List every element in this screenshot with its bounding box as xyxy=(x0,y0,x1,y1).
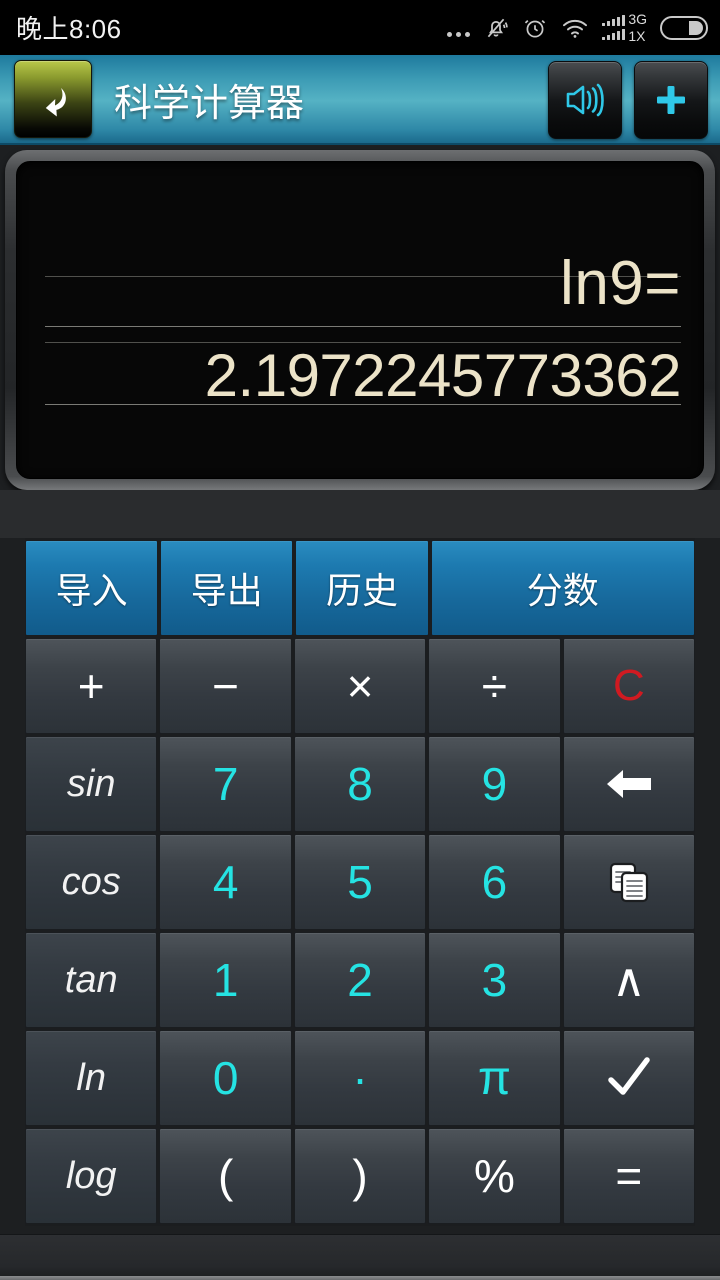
clear-button[interactable]: C xyxy=(562,638,696,734)
left-paren-button[interactable]: ( xyxy=(159,1128,292,1224)
tan-button[interactable]: tan xyxy=(25,932,158,1028)
display-keypad-gap xyxy=(0,490,720,538)
power-button[interactable]: ∧ xyxy=(562,932,696,1028)
keypad-row-parens: log ( ) % = xyxy=(25,1128,696,1224)
divide-button[interactable]: ÷ xyxy=(428,638,561,734)
fraction-button[interactable]: 分数 xyxy=(430,540,696,636)
decimal-point-button[interactable]: · xyxy=(293,1030,427,1126)
keypad-row-0-pi: ln 0 · π xyxy=(25,1030,696,1126)
back-arrow-icon xyxy=(31,77,75,121)
digit-6-button[interactable]: 6 xyxy=(428,834,561,930)
cos-button[interactable]: cos xyxy=(25,834,158,930)
digit-1-button[interactable]: 1 xyxy=(159,932,292,1028)
status-bar: 晚上8:06 3G 1X xyxy=(0,0,720,55)
keypad-row-operators: + − × ÷ C xyxy=(25,638,696,734)
signal-bars-icon: 3G 1X xyxy=(602,12,647,43)
status-icons: 3G 1X xyxy=(447,0,708,55)
back-button[interactable] xyxy=(14,60,92,138)
history-button[interactable]: 历史 xyxy=(295,540,429,636)
digit-9-button[interactable]: 9 xyxy=(428,736,561,832)
calculator-display-bezel: ln9= 2.1972245773362 xyxy=(5,150,715,490)
sin-button[interactable]: sin xyxy=(25,736,158,832)
multiply-button[interactable]: × xyxy=(293,638,427,734)
subtract-button[interactable]: − xyxy=(159,638,292,734)
plus-icon xyxy=(652,81,690,119)
add-button[interactable]: + xyxy=(25,638,158,734)
sqrt-button[interactable] xyxy=(562,1030,696,1126)
ellipsis-icon xyxy=(447,15,471,41)
calculator-display[interactable]: ln9= 2.1972245773362 xyxy=(16,161,704,479)
network-type-primary: 3G xyxy=(628,11,647,27)
percent-button[interactable]: % xyxy=(428,1128,561,1224)
digit-7-button[interactable]: 7 xyxy=(159,736,292,832)
digit-3-button[interactable]: 3 xyxy=(428,932,561,1028)
digit-0-button[interactable]: 0 xyxy=(159,1030,292,1126)
mute-bell-icon xyxy=(483,15,509,41)
wifi-icon xyxy=(561,17,589,39)
keypad-row-789: sin 7 8 9 xyxy=(25,736,696,832)
network-type-secondary: 1X xyxy=(628,28,646,44)
display-result: 2.1972245773362 xyxy=(204,341,682,409)
keypad: 导入 导出 历史 分数 + − × ÷ C sin 7 8 9 cos 4 5 … xyxy=(25,538,696,1226)
alarm-clock-icon xyxy=(522,15,548,41)
digit-5-button[interactable]: 5 xyxy=(293,834,427,930)
ln-button[interactable]: ln xyxy=(25,1030,158,1126)
battery-icon xyxy=(660,15,708,40)
keypad-function-row: 导入 导出 历史 分数 xyxy=(25,540,696,636)
keypad-row-456: cos 4 5 6 xyxy=(25,834,696,930)
export-button[interactable]: 导出 xyxy=(160,540,294,636)
title-actions xyxy=(548,55,708,145)
keypad-row-123: tan 1 2 3 ∧ xyxy=(25,932,696,1028)
right-paren-button[interactable]: ) xyxy=(293,1128,427,1224)
bottom-bar xyxy=(0,1234,720,1280)
import-button[interactable]: 导入 xyxy=(25,540,159,636)
page-title: 科学计算器 xyxy=(114,82,305,125)
sound-button[interactable] xyxy=(548,61,622,139)
backspace-arrow-icon xyxy=(603,764,655,804)
equals-button[interactable]: = xyxy=(562,1128,696,1224)
display-expression: ln9= xyxy=(560,248,681,318)
add-button[interactable] xyxy=(634,61,708,139)
status-time: 晚上8:06 xyxy=(16,14,122,44)
display-ruler-line xyxy=(45,326,681,327)
title-bar: 科学计算器 xyxy=(0,55,720,145)
backspace-button[interactable] xyxy=(562,736,696,832)
speaker-icon xyxy=(564,80,606,120)
log-button[interactable]: log xyxy=(25,1128,158,1224)
copy-button[interactable] xyxy=(562,834,696,930)
pi-button[interactable]: π xyxy=(428,1030,561,1126)
checkmark-sqrt-icon xyxy=(603,1054,655,1102)
copy-icon xyxy=(605,858,653,906)
digit-2-button[interactable]: 2 xyxy=(293,932,427,1028)
digit-4-button[interactable]: 4 xyxy=(159,834,292,930)
digit-8-button[interactable]: 8 xyxy=(293,736,427,832)
